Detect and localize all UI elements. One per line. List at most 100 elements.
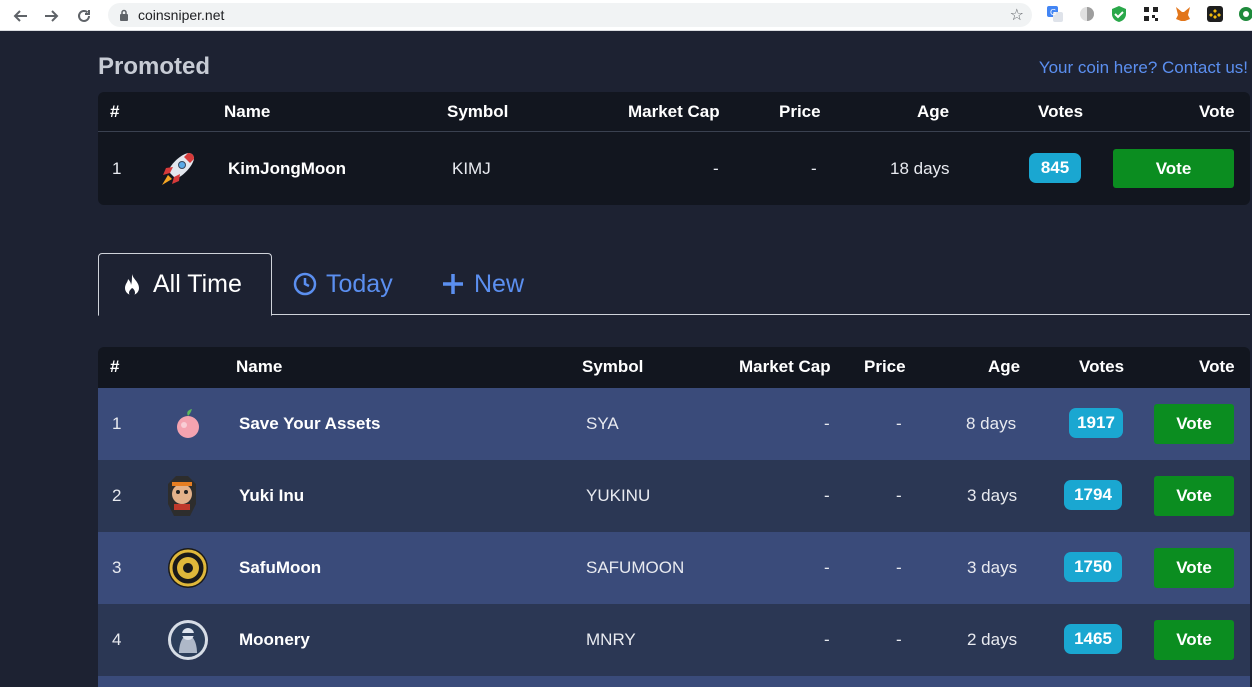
circle-extension-icon[interactable] xyxy=(1077,4,1097,24)
age-value: 18 days xyxy=(890,159,950,178)
coin-name[interactable]: Moonery xyxy=(239,630,310,650)
vote-button[interactable]: Vote xyxy=(1113,149,1234,188)
age-value: 3 days xyxy=(967,558,1018,577)
reload-icon[interactable] xyxy=(68,0,100,31)
header-price[interactable]: Price xyxy=(779,92,821,132)
header-price[interactable]: Price xyxy=(864,347,906,387)
promoted-title: Promoted xyxy=(98,53,211,80)
coin-name[interactable]: KimJongMoon xyxy=(228,159,346,179)
coin-logo-dog-icon xyxy=(162,474,202,518)
header-rank[interactable]: # xyxy=(110,347,119,387)
coin-name[interactable]: Yuki Inu xyxy=(239,486,304,506)
translate-extension-icon[interactable]: G xyxy=(1045,4,1065,24)
address-bar[interactable]: coinsniper.net ☆ xyxy=(108,3,1032,27)
price-value: - xyxy=(811,159,817,178)
header-age[interactable]: Age xyxy=(917,92,949,132)
price-value: - xyxy=(896,486,902,505)
market-cap-value: - xyxy=(824,414,830,433)
table-row[interactable]: 1 KimJongMoon KIMJ - - 18 days 845 Vote xyxy=(98,133,1250,205)
page-content: Promoted Your coin here? Contact us! # N… xyxy=(0,31,1252,687)
coin-logo-gold-coin-icon xyxy=(167,547,209,589)
header-rank[interactable]: # xyxy=(110,92,119,132)
tab-all-time[interactable]: All Time xyxy=(98,253,272,316)
table-row[interactable] xyxy=(98,676,1250,687)
table-header: # Name Symbol Market Cap Price Age Votes… xyxy=(98,347,1250,387)
market-cap-value: - xyxy=(824,486,830,505)
header-vote: Vote xyxy=(1199,357,1235,376)
coin-symbol: KIMJ xyxy=(452,159,491,178)
browser-toolbar: coinsniper.net ☆ G xyxy=(0,0,1252,31)
shield-extension-icon[interactable] xyxy=(1109,4,1129,24)
row-rank: 2 xyxy=(112,486,122,505)
age-value: 2 days xyxy=(967,630,1018,649)
qr-extension-icon[interactable] xyxy=(1141,4,1161,24)
row-rank: 1 xyxy=(112,414,122,433)
table-row[interactable]: 3 SafuMoon SAFUMOON - - 3 days 1750 Vote xyxy=(98,532,1250,604)
url-text: coinsniper.net xyxy=(138,7,225,23)
price-value: - xyxy=(896,414,902,433)
coin-symbol: SAFUMOON xyxy=(586,558,685,577)
table-header: # Name Symbol Market Cap Price Age Votes… xyxy=(98,92,1250,132)
fire-icon xyxy=(119,272,145,298)
coin-symbol: MNRY xyxy=(586,630,636,649)
ranking-tabs: All Time Today New xyxy=(98,253,1250,316)
table-row[interactable]: 4 Moonery MNRY - - 2 days 1465 Vote xyxy=(98,604,1250,676)
vote-button[interactable]: Vote xyxy=(1154,548,1234,588)
votes-badge: 1750 xyxy=(1064,552,1122,582)
price-value: - xyxy=(896,630,902,649)
header-market-cap[interactable]: Market Cap xyxy=(739,347,831,387)
rocket-icon xyxy=(158,149,198,189)
fox-wallet-extension-icon[interactable] xyxy=(1173,4,1193,24)
contact-link[interactable]: Your coin here? Contact us! xyxy=(1039,58,1248,78)
header-age[interactable]: Age xyxy=(988,347,1020,387)
header-votes[interactable]: Votes xyxy=(1038,92,1083,132)
age-value: 3 days xyxy=(967,486,1018,505)
header-market-cap[interactable]: Market Cap xyxy=(628,92,720,132)
votes-badge: 845 xyxy=(1029,153,1081,183)
table-row[interactable]: 1 Save Your Assets SYA - - 8 days 1917 V… xyxy=(98,388,1250,460)
vote-button[interactable]: Vote xyxy=(1154,476,1234,516)
votes-badge: 1465 xyxy=(1064,624,1122,654)
header-name[interactable]: Name xyxy=(224,92,270,132)
row-rank: 4 xyxy=(112,630,122,649)
price-value: - xyxy=(896,558,902,577)
tab-today[interactable]: Today xyxy=(292,253,393,315)
row-rank: 1 xyxy=(112,159,122,178)
coin-name[interactable]: SafuMoon xyxy=(239,558,321,578)
binance-extension-icon[interactable] xyxy=(1205,4,1225,24)
tab-label: New xyxy=(474,269,525,298)
lock-icon xyxy=(118,8,130,22)
header-symbol[interactable]: Symbol xyxy=(447,92,508,132)
svg-text:G: G xyxy=(1050,8,1056,17)
forward-icon[interactable] xyxy=(36,0,68,31)
plus-icon xyxy=(440,271,466,297)
coin-symbol: SYA xyxy=(586,414,619,433)
age-value: 8 days xyxy=(966,414,1017,433)
back-icon[interactable] xyxy=(4,0,36,31)
bookmark-star-icon[interactable]: ☆ xyxy=(1010,5,1024,24)
votes-badge: 1794 xyxy=(1064,480,1122,510)
vote-button[interactable]: Vote xyxy=(1154,620,1234,660)
coin-logo-ninja-icon xyxy=(167,619,209,661)
votes-badge: 1917 xyxy=(1069,408,1123,438)
tab-label: Today xyxy=(326,269,393,298)
tab-label: All Time xyxy=(153,270,242,298)
clock-icon xyxy=(292,271,318,297)
coin-name[interactable]: Save Your Assets xyxy=(239,414,380,434)
coin-logo-peach-icon xyxy=(168,404,208,444)
tab-new[interactable]: New xyxy=(440,253,524,315)
header-vote: Vote xyxy=(1199,102,1235,121)
ranking-table: # Name Symbol Market Cap Price Age Votes… xyxy=(98,347,1250,687)
market-cap-value: - xyxy=(824,558,830,577)
vote-button[interactable]: Vote xyxy=(1154,404,1234,444)
coin-symbol: YUKINU xyxy=(586,486,651,505)
market-cap-value: - xyxy=(713,159,719,178)
row-rank: 3 xyxy=(112,558,122,577)
header-symbol[interactable]: Symbol xyxy=(582,347,643,387)
market-cap-value: - xyxy=(824,630,830,649)
header-votes[interactable]: Votes xyxy=(1079,347,1124,387)
green-extension-icon[interactable] xyxy=(1236,4,1252,24)
table-row[interactable]: 2 Yuki Inu YUKINU - - 3 days 1794 Vote xyxy=(98,460,1250,532)
promoted-table: # Name Symbol Market Cap Price Age Votes… xyxy=(98,92,1250,205)
header-name[interactable]: Name xyxy=(236,347,282,387)
